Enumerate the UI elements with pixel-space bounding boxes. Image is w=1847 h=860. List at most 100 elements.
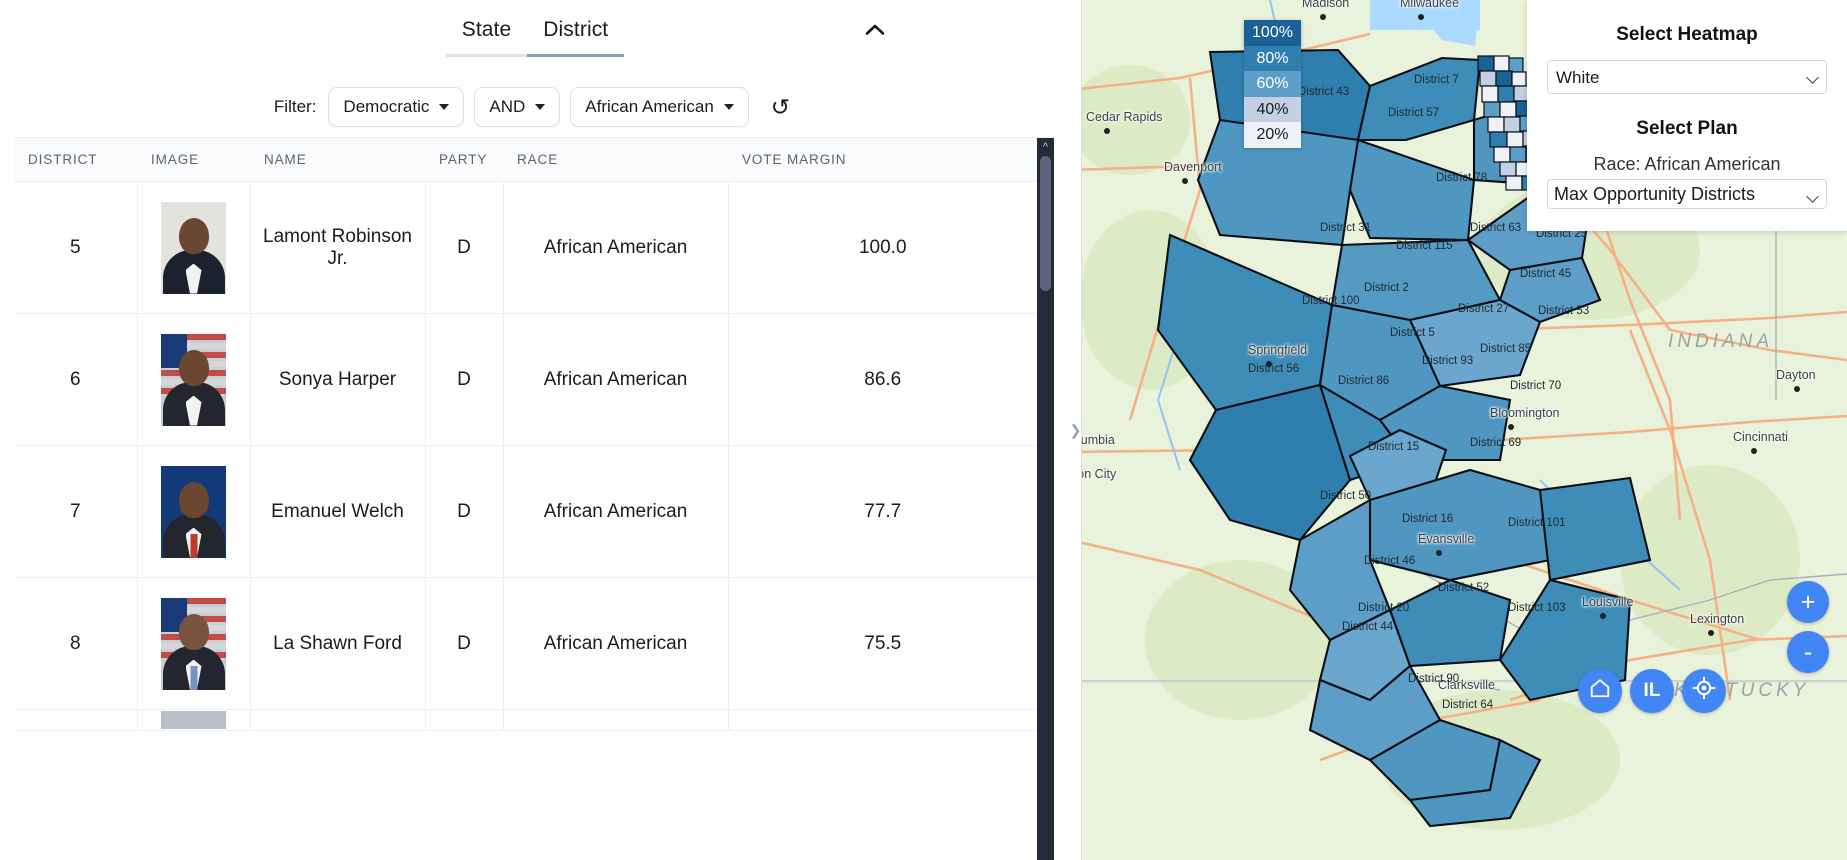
filter-party-dropdown[interactable]: Democratic: [328, 87, 465, 127]
districts-table-container: DISTRICT IMAGE NAME PARTY RACE VOTE MARG…: [14, 137, 1054, 860]
filter-race-dropdown[interactable]: African American: [570, 87, 749, 127]
legend-item-60: 60%: [1244, 71, 1301, 97]
column-header-image[interactable]: IMAGE: [137, 138, 250, 182]
map-city-dot: [1418, 14, 1424, 20]
legend-item-100: 100%: [1244, 20, 1301, 46]
locate-button[interactable]: [1682, 669, 1726, 713]
plan-select-wrapper: Max Opportunity Districts: [1547, 179, 1827, 209]
cell-district: 7: [14, 445, 138, 578]
cell-vote-margin: 77.7: [728, 445, 1037, 578]
district-panel: State District Filter: Democratic AND Af…: [0, 0, 1070, 860]
cell-district: 6: [14, 313, 138, 446]
cell-vote-margin: 100.0: [728, 181, 1037, 314]
cell-district: 5: [14, 181, 138, 314]
map-city-dot: [1436, 550, 1442, 556]
table-body: 5 Lamont Robinson Jr. D African American 100…: [14, 181, 1037, 731]
cell-race: African American: [503, 445, 729, 578]
map-city-dot: [1751, 448, 1757, 454]
map-city-dot: [1266, 361, 1272, 367]
column-header-vote-margin[interactable]: VOTE MARGIN: [728, 138, 1037, 182]
map-panel[interactable]: ❯ INDIANA KENTUCKY Madison Milwaukee Cedar R…: [1070, 0, 1847, 860]
heatmap-select[interactable]: White: [1547, 60, 1827, 94]
legend-item-40: 40%: [1244, 96, 1301, 122]
cell-name: Lamont Robinson Jr.: [250, 181, 426, 314]
map-resize-handle[interactable]: ❯: [1070, 0, 1082, 860]
collapse-panel-button[interactable]: [860, 16, 890, 46]
table-row[interactable]: [14, 709, 1037, 731]
state-focus-button[interactable]: IL: [1630, 669, 1674, 713]
chevron-down-icon: [439, 104, 450, 110]
column-header-name[interactable]: NAME: [250, 138, 425, 182]
table-row[interactable]: 6 Sonya Harper D African American 86.6: [14, 313, 1037, 446]
map-legend: 100% 80% 60% 40% 20%: [1244, 20, 1301, 148]
legend-item-20: 20%: [1244, 122, 1301, 148]
column-header-race[interactable]: RACE: [503, 138, 728, 182]
chevron-right-icon: ❯: [1070, 422, 1082, 438]
cell-name: Sonya Harper: [250, 313, 426, 446]
legislator-photo: [161, 597, 226, 690]
cell-district: 8: [14, 577, 138, 710]
cell-party: [425, 709, 504, 731]
filter-operator-value: AND: [489, 97, 526, 116]
table-scrollbar[interactable]: ^: [1037, 138, 1054, 860]
legislator-photo: [161, 465, 226, 558]
scroll-up-icon[interactable]: ^: [1037, 140, 1054, 154]
legislator-photo: [161, 711, 226, 729]
tab-district[interactable]: District: [527, 18, 625, 57]
filter-party-value: Democratic: [343, 97, 430, 116]
column-header-party[interactable]: PARTY: [425, 138, 503, 182]
cell-race: African American: [503, 181, 729, 314]
cell-image: [137, 709, 251, 731]
cell-image: [137, 181, 251, 314]
cell-vote-margin: 75.5: [728, 577, 1037, 710]
column-header-district[interactable]: DISTRICT: [14, 138, 137, 182]
zoom-in-button[interactable]: +: [1787, 581, 1829, 623]
cell-name: [250, 709, 426, 731]
map-controls-card: Select Heatmap White Select Plan Race: A…: [1527, 0, 1847, 231]
cell-party: D: [425, 313, 504, 446]
map-city-dot: [1320, 14, 1326, 20]
cell-name: La Shawn Ford: [250, 577, 426, 710]
table-row[interactable]: 5 Lamont Robinson Jr. D African American 100…: [14, 181, 1037, 314]
home-button[interactable]: [1578, 669, 1622, 713]
table-header: DISTRICT IMAGE NAME PARTY RACE VOTE MARG…: [14, 138, 1037, 182]
map-city-dot: [1708, 630, 1714, 636]
cell-vote-margin: [728, 709, 1037, 731]
plan-race-label: Race: African American: [1593, 154, 1781, 174]
cell-vote-margin: 86.6: [728, 313, 1037, 446]
cell-image: [137, 445, 251, 578]
chevron-down-icon: [535, 104, 546, 110]
table-row[interactable]: 7 Emanuel Welch D African American 77.7: [14, 445, 1037, 578]
map-city-dot: [1104, 128, 1110, 134]
zoom-out-button[interactable]: -: [1787, 631, 1829, 673]
reset-filters-button[interactable]: ↺: [765, 94, 796, 121]
select-plan-title: Select Plan: [1636, 118, 1738, 139]
plan-select[interactable]: Max Opportunity Districts: [1547, 179, 1827, 209]
heatmap-select-wrapper: White: [1547, 60, 1827, 94]
map-state-label: INDIANA: [1668, 331, 1774, 352]
home-icon: [1589, 677, 1611, 705]
cell-district: [14, 709, 138, 731]
cell-party: D: [425, 445, 504, 578]
view-tabs: State District: [0, 0, 1070, 57]
legislator-photo: [161, 333, 226, 426]
legislator-photo: [161, 201, 226, 294]
scrollbar-thumb[interactable]: [1040, 156, 1051, 291]
map-city-dot: [1182, 178, 1188, 184]
cell-race: African American: [503, 577, 729, 710]
map-city-dot: [1794, 386, 1800, 392]
filter-bar: Filter: Democratic AND African American …: [0, 87, 1070, 127]
legend-item-80: 80%: [1244, 45, 1301, 71]
tab-state[interactable]: State: [445, 18, 528, 57]
table-row[interactable]: 8 La Shawn Ford D African American 75.5: [14, 577, 1037, 710]
locate-icon: [1692, 676, 1716, 706]
filter-race-value: African American: [585, 97, 714, 116]
cell-race: African American: [503, 313, 729, 446]
chevron-up-icon: [865, 23, 885, 39]
cell-image: [137, 577, 251, 710]
select-heatmap-title: Select Heatmap: [1616, 24, 1758, 45]
districts-table: DISTRICT IMAGE NAME PARTY RACE VOTE MARG…: [14, 138, 1037, 731]
map-city-dot: [1508, 424, 1514, 430]
cell-race: [503, 709, 729, 731]
filter-operator-dropdown[interactable]: AND: [474, 87, 561, 127]
